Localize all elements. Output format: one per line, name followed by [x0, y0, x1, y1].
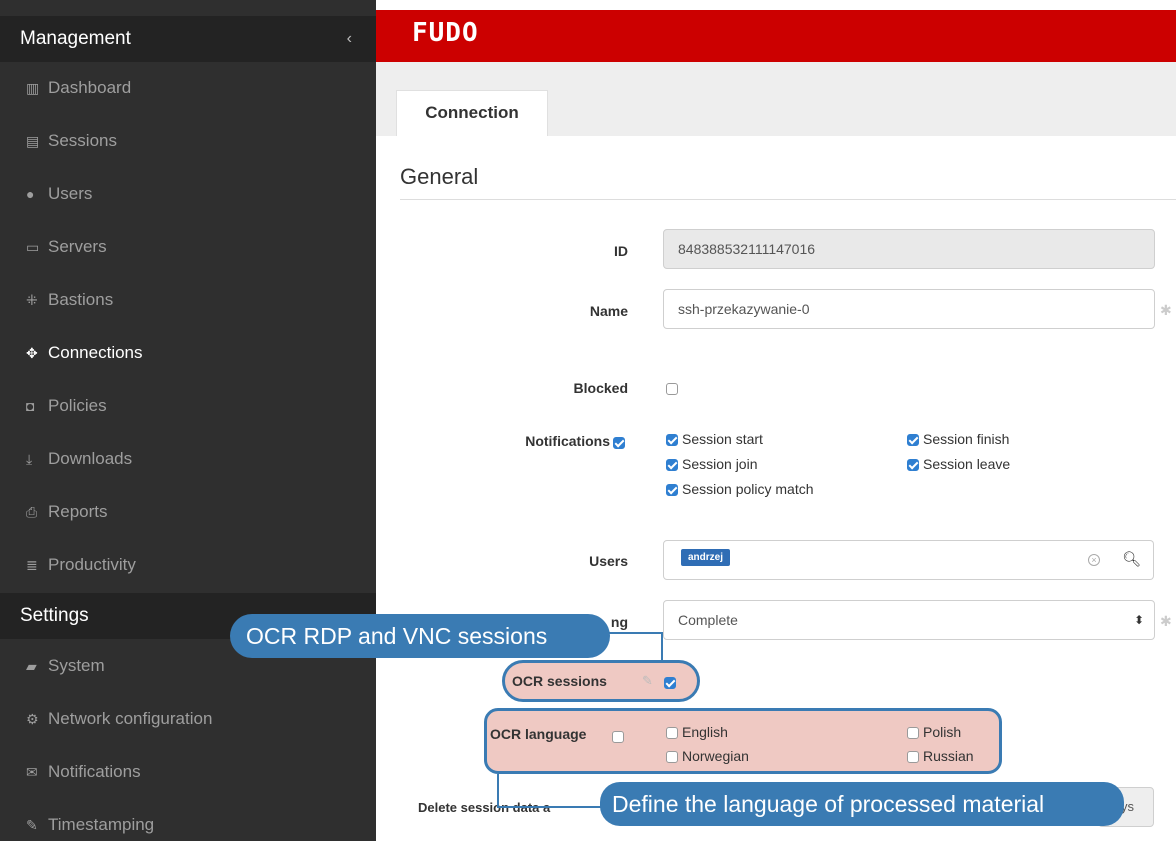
- sidebar-item-bastions[interactable]: ⁜ Bastions: [0, 274, 376, 326]
- session-start-option[interactable]: Session start: [666, 431, 763, 447]
- select-arrows-icon: ⬍: [1133, 613, 1144, 627]
- session-finish-option[interactable]: Session finish: [907, 431, 1009, 447]
- option-label: English: [682, 724, 728, 740]
- sidebar-item-servers[interactable]: ▭ Servers: [0, 221, 376, 273]
- sidebar-item-label: Dashboard: [48, 78, 132, 97]
- sidebar-item-connections[interactable]: ✥ Connections: [0, 327, 376, 379]
- settings-title: Settings: [20, 605, 89, 626]
- sidebar-item-downloads[interactable]: ⤓ Downloads: [0, 433, 376, 485]
- sidebar-item-label: Users: [48, 184, 93, 203]
- name-input[interactable]: ssh-przekazywanie-0: [663, 289, 1155, 329]
- ocr-sessions-checkbox[interactable]: [664, 674, 676, 692]
- name-label: Name: [589, 303, 628, 319]
- management-title: Management: [20, 28, 131, 49]
- option-label: Session join: [682, 456, 758, 472]
- blocked-checkbox[interactable]: [666, 380, 678, 398]
- sidebar-item-label: Productivity: [48, 555, 136, 574]
- recording-select[interactable]: Complete ⬍: [663, 600, 1155, 640]
- download-icon: ⤓: [26, 451, 33, 467]
- option-label: Russian: [923, 748, 974, 764]
- edit-icon: ✎: [642, 673, 653, 688]
- recording-value: Complete: [678, 612, 738, 628]
- option-label: Polish: [923, 724, 962, 740]
- sidebar-item-label: Downloads: [48, 449, 133, 468]
- section-divider: [400, 199, 1176, 200]
- callout-connector: [497, 774, 499, 808]
- bastion-icon: ⁜: [26, 292, 38, 308]
- chevron-left-icon[interactable]: ‹: [347, 16, 352, 62]
- notifications-checkbox[interactable]: [613, 434, 625, 452]
- session-join-option[interactable]: Session join: [666, 456, 758, 472]
- list-icon: ≣: [26, 557, 38, 573]
- sidebar-item-label: Servers: [48, 237, 107, 256]
- arrows-icon: ✥: [26, 345, 38, 361]
- sidebar-item-label: System: [48, 656, 105, 675]
- sidebar-item-reports[interactable]: ⎙ Reports: [0, 486, 376, 538]
- callout-connector: [497, 806, 601, 808]
- sidebar-section-management[interactable]: Management ‹: [0, 16, 376, 62]
- fudo-logo[interactable]: FUDO: [412, 18, 479, 48]
- cogs-icon: ⚙: [26, 711, 39, 727]
- top-strip: [376, 0, 1176, 10]
- session-leave-option[interactable]: Session leave: [907, 456, 1010, 472]
- top-bar: FUDO: [376, 10, 1176, 62]
- clear-icon[interactable]: ×: [1088, 554, 1100, 566]
- user-tag[interactable]: andrzej: [681, 549, 731, 566]
- sidebar-item-label: Timestamping: [48, 815, 155, 834]
- sidebar-item-notifications[interactable]: ✉ Notifications: [0, 746, 376, 798]
- edit-icon: ✎: [26, 817, 38, 833]
- users-input[interactable]: [663, 540, 1111, 580]
- gear-icon: ✱: [1160, 302, 1172, 318]
- option-label: Session finish: [923, 431, 1010, 447]
- users-icon: ●: [26, 186, 35, 202]
- search-icon[interactable]: 🔍︎: [1110, 540, 1154, 580]
- callout-connector: [605, 632, 662, 634]
- printer-icon: ⎙: [26, 504, 38, 520]
- sidebar-item-timestamping[interactable]: ✎ Timestamping: [0, 799, 376, 851]
- ocr-russian-option[interactable]: Russian: [907, 748, 974, 764]
- server-icon: ▭: [26, 239, 40, 255]
- section-title: General: [400, 164, 479, 189]
- users-label: Users: [589, 553, 628, 569]
- chart-icon: ▥: [26, 80, 40, 96]
- sidebar-item-label: Sessions: [48, 131, 117, 150]
- notifications-label: Notifications: [525, 433, 610, 449]
- blocked-label: Blocked: [573, 380, 628, 396]
- ocr-language-checkbox[interactable]: [612, 728, 624, 746]
- sidebar-item-label: Network configuration: [48, 709, 213, 728]
- shield-icon: ◘: [26, 398, 35, 414]
- envelope-icon: ✉: [26, 764, 38, 780]
- sidebar-item-label: Reports: [48, 502, 108, 521]
- tab-connection[interactable]: Connection: [396, 90, 548, 136]
- session-policy-match-option[interactable]: Session policy match: [666, 481, 814, 497]
- sidebar-item-dashboard[interactable]: ▥ Dashboard: [0, 62, 376, 114]
- sidebar-item-label: Bastions: [48, 290, 114, 309]
- gear-icon: ✱: [1160, 613, 1172, 629]
- sidebar-item-productivity[interactable]: ≣ Productivity: [0, 539, 376, 591]
- ocr-sessions-label: OCR sessions: [512, 673, 607, 689]
- id-label: ID: [614, 243, 628, 259]
- sidebar-item-label: Policies: [48, 396, 107, 415]
- id-field: 848388532111147016: [663, 229, 1155, 269]
- callout-ocr-rdp: OCR RDP and VNC sessions: [230, 614, 610, 658]
- sidebar-item-network-configuration[interactable]: ⚙ Network configuration: [0, 693, 376, 745]
- sidebar-item-policies[interactable]: ◘ Policies: [0, 380, 376, 432]
- sidebar-item-sessions[interactable]: ▤ Sessions: [0, 115, 376, 167]
- ocr-english-option[interactable]: English: [666, 724, 728, 740]
- sidebar-item-label: Notifications: [48, 762, 141, 781]
- sidebar-item-label: Connections: [48, 343, 143, 362]
- option-label: Session start: [682, 431, 763, 447]
- ocr-language-label: OCR language: [490, 726, 587, 742]
- sidebar: Management ‹ ▥ Dashboard ▤ Sessions ● Users…: [0, 0, 376, 841]
- callout-connector: [661, 632, 663, 660]
- film-icon: ▤: [26, 133, 40, 149]
- option-label: Session policy match: [682, 481, 814, 497]
- option-label: Session leave: [923, 456, 1011, 472]
- ocr-norwegian-option[interactable]: Norwegian: [666, 748, 749, 764]
- folder-icon: ▰: [26, 658, 37, 674]
- sidebar-item-users[interactable]: ● Users: [0, 168, 376, 220]
- callout-define-language: Define the language of processed materia…: [600, 782, 1124, 826]
- ocr-polish-option[interactable]: Polish: [907, 724, 961, 740]
- option-label: Norwegian: [682, 748, 749, 764]
